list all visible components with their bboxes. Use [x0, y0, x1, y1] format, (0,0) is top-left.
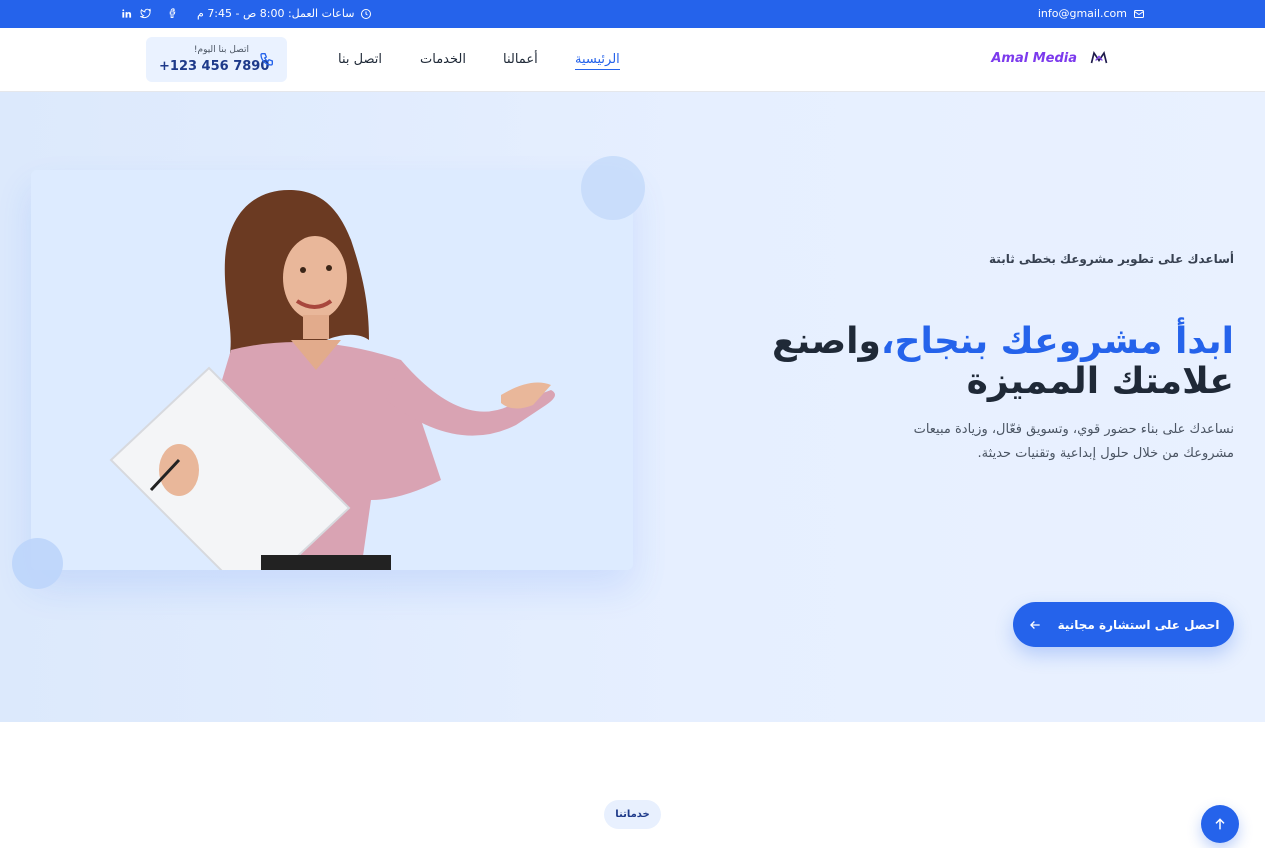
hero-image-card: [31, 170, 633, 570]
hero-kicker: أساعدك على تطوير مشروعك بخطى ثابتة: [989, 252, 1234, 266]
services-badge: خدماتنا: [604, 800, 661, 829]
nav-services[interactable]: الخدمات: [420, 52, 466, 67]
hero-section: أساعدك على تطوير مشروعك بخطى ثابتة ابدأ …: [0, 92, 1265, 722]
brand-name[interactable]: Amal Media: [991, 51, 1077, 66]
mail-icon: [1134, 9, 1144, 18]
call-caption: اتصل بنا اليوم!: [193, 45, 249, 55]
scroll-to-top-button[interactable]: [1201, 805, 1239, 843]
hero-person-image: [31, 170, 633, 570]
twitter-icon[interactable]: [140, 7, 152, 19]
nav-contact[interactable]: اتصل بنا: [338, 52, 382, 67]
decor-circle-bottom: [12, 538, 63, 589]
nav-portfolio[interactable]: أعمالنا: [503, 52, 538, 67]
hero-lead: نساعدك على بناء حضور قوي، وتسويق فعّال، …: [913, 422, 1234, 461]
arrow-up-icon: [1215, 818, 1225, 830]
cta-label: احصل على استشارة مجانية: [1057, 617, 1220, 632]
decor-circle-top: [581, 156, 645, 220]
facebook-icon[interactable]: [166, 7, 178, 19]
brand-logo[interactable]: Amal Media: [991, 48, 1109, 68]
hero-title: ابدأ مشروعك بنجاح،واصنع علامتك المميزة: [694, 322, 1234, 402]
call-phone-number[interactable]: +123 456 7890: [159, 59, 269, 74]
phone-icon: [260, 53, 273, 66]
hours-text: ساعات العمل: 8:00 ص - 7:45 م: [197, 7, 355, 20]
free-consultation-button[interactable]: احصل على استشارة مجانية: [1013, 602, 1234, 647]
hero-title-highlight: ابدأ مشروعك بنجاح،: [880, 321, 1234, 362]
top-email[interactable]: info@gmail.com: [1038, 7, 1145, 20]
logo-mark-icon: [1090, 50, 1108, 64]
working-hours: ساعات العمل: 8:00 ص - 7:45 م: [197, 7, 372, 20]
call-us-box[interactable]: اتصل بنا اليوم! +123 456 7890: [146, 37, 287, 82]
site-header: Amal Media الرئيسية أعمالنا الخدمات اتصل…: [0, 28, 1265, 92]
clock-icon: [361, 8, 372, 19]
top-bar: info@gmail.com ساعات العمل: 8:00 ص - 7:4…: [0, 0, 1265, 28]
linkedin-icon[interactable]: [120, 7, 132, 19]
nav-home[interactable]: الرئيسية: [575, 52, 620, 70]
email-text[interactable]: info@gmail.com: [1038, 7, 1127, 20]
social-links: [120, 7, 178, 19]
arrow-left-icon: [1029, 620, 1040, 629]
hero-text-block: أساعدك على تطوير مشروعك بخطى ثابتة ابدأ …: [694, 252, 1234, 466]
